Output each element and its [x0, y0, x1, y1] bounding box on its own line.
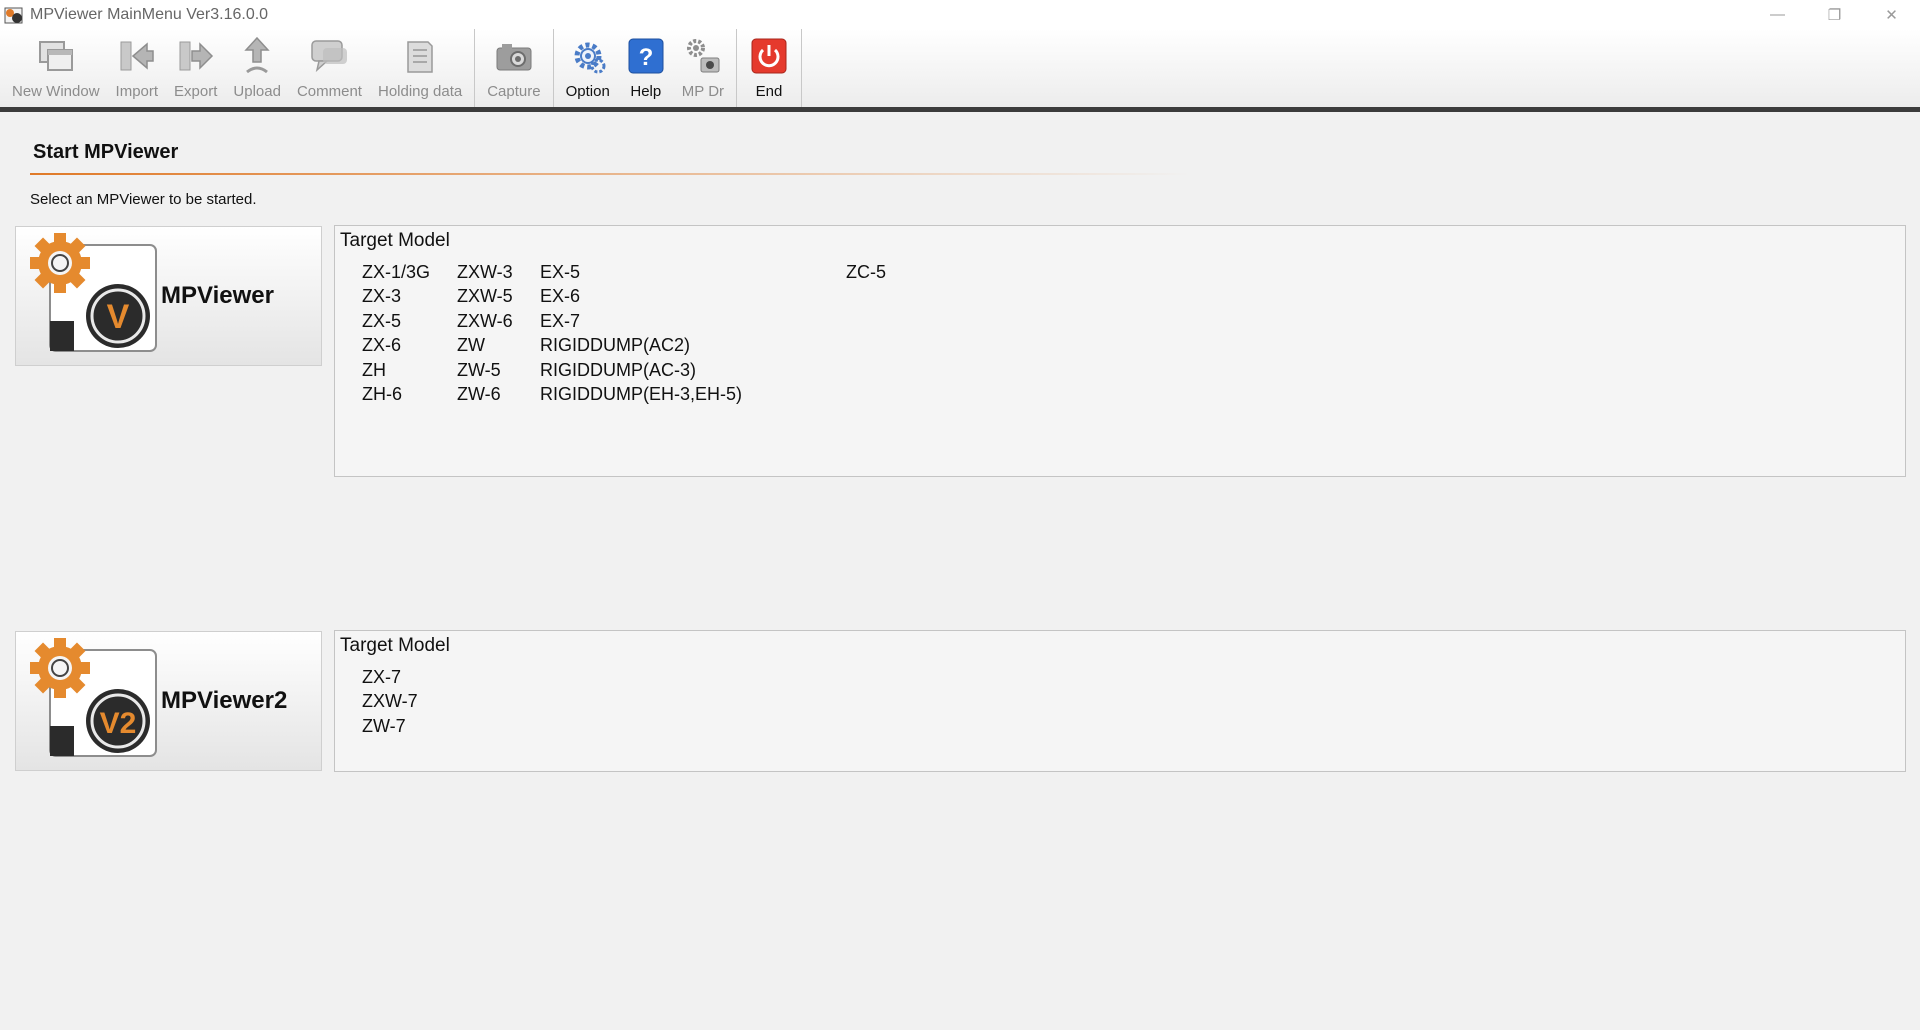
- holding-data-icon: [400, 35, 440, 77]
- model-item: ZX-6: [362, 335, 402, 356]
- model-item: ZXW-5: [457, 286, 513, 307]
- mpviewer-target-model-panel: Target Model ZX-1/3G ZX-3 ZX-5 ZX-6 ZH ZH-6 ZX…: [334, 225, 1906, 477]
- camera-icon: [494, 35, 534, 77]
- capture-label: Capture: [487, 83, 541, 100]
- model-item: ZW-5: [457, 359, 501, 380]
- model-item: ZXW-7: [362, 691, 418, 712]
- import-button[interactable]: Import: [108, 29, 167, 107]
- model-column: ZC-5: [846, 260, 886, 284]
- upload-icon: [237, 35, 277, 77]
- import-label: Import: [115, 83, 159, 100]
- mpviewer-badge: V: [107, 298, 130, 336]
- model-item: ZW-6: [457, 383, 501, 404]
- mp-dr-button[interactable]: MP Dr: [674, 29, 732, 107]
- toolbar-group: New Window Import Export Upload Comment Holdi…: [0, 29, 476, 107]
- mp-dr-icon: [683, 35, 723, 77]
- target-model-title: Target Model: [340, 635, 450, 656]
- option-gear-icon: [568, 35, 608, 77]
- power-icon: [749, 35, 789, 77]
- toolbar: New Window Import Export Upload Comment Holdi…: [0, 29, 1920, 112]
- target-model-title: Target Model: [340, 230, 450, 251]
- model-item: ZH-6: [362, 383, 402, 404]
- minimize-button[interactable]: —: [1749, 0, 1806, 29]
- new-window-button[interactable]: New Window: [4, 29, 108, 107]
- toolbar-group: Capture: [475, 29, 554, 107]
- mpviewer-label: MPViewer: [161, 282, 274, 309]
- window-title: MPViewer MainMenu Ver3.16.0.0: [30, 5, 269, 23]
- mpviewer2-label: MPViewer2: [161, 687, 288, 714]
- model-column: ZX-1/3G ZX-3 ZX-5 ZX-6 ZH ZH-6: [362, 260, 430, 406]
- help-icon: ?: [626, 35, 666, 77]
- end-label: End: [755, 83, 783, 100]
- mpviewer2-badge: V2: [100, 707, 137, 740]
- app-icon: [4, 5, 24, 25]
- capture-button[interactable]: Capture: [479, 29, 548, 107]
- title-bar: MPViewer MainMenu Ver3.16.0.0 — ❐ ✕: [0, 0, 1920, 29]
- instruction-text: Select an MPViewer to be started.: [30, 191, 257, 208]
- model-item: ZH: [362, 359, 386, 380]
- model-column: ZXW-3 ZXW-5 ZXW-6 ZW ZW-5 ZW-6: [457, 260, 513, 406]
- help-label: Help: [630, 83, 662, 100]
- export-icon: [176, 35, 216, 77]
- model-item: ZXW-3: [457, 262, 513, 282]
- export-button[interactable]: Export: [166, 29, 225, 107]
- mp-dr-label: MP Dr: [681, 83, 725, 100]
- new-window-label: New Window: [12, 83, 100, 100]
- page-title: Start MPViewer: [33, 141, 179, 163]
- model-item: ZX-7: [362, 667, 402, 687]
- close-button[interactable]: ✕: [1863, 0, 1920, 29]
- heading-divider: [30, 173, 1190, 175]
- mpviewer2-launch-button[interactable]: V2 MPViewer2: [15, 631, 322, 771]
- model-item: EX-6: [540, 286, 581, 307]
- toolbar-group: Option? Help MP Dr: [554, 29, 738, 107]
- model-item: RIGIDDUMP(AC-3): [540, 359, 696, 380]
- comment-button[interactable]: Comment: [289, 29, 370, 107]
- upload-button[interactable]: Upload: [225, 29, 289, 107]
- holding-data-button[interactable]: Holding data: [370, 29, 470, 107]
- upload-label: Upload: [233, 83, 281, 100]
- model-item: EX-7: [540, 310, 581, 331]
- model-column: EX-5 EX-6 EX-7 RIGIDDUMP(AC2) RIGIDDUMP(AC-3…: [540, 260, 742, 406]
- mpviewer2-app-icon: V2: [30, 636, 165, 766]
- model-item: ZXW-6: [457, 310, 513, 331]
- model-item: ZC-5: [846, 262, 886, 282]
- restore-button[interactable]: ❐: [1806, 0, 1863, 29]
- mpviewer-launch-button[interactable]: V MPViewer: [15, 226, 322, 366]
- model-item: RIGIDDUMP(EH-3,EH-5): [540, 383, 743, 404]
- model-item: ZW: [457, 335, 485, 356]
- model-item: EX-5: [540, 262, 581, 282]
- model-item: ZW-7: [362, 715, 406, 736]
- model-column: ZX-7 ZXW-7 ZW-7: [362, 665, 418, 738]
- toolbar-group: End: [737, 29, 803, 107]
- option-label: Option: [565, 83, 610, 100]
- import-icon: [117, 35, 157, 77]
- help-button[interactable]: ? Help: [618, 29, 674, 107]
- model-item: ZX-3: [362, 286, 402, 307]
- model-item: ZX-1/3G: [362, 262, 431, 282]
- mpviewer-app-icon: V: [30, 231, 165, 361]
- mpviewer2-target-model-panel: Target Model ZX-7 ZXW-7 ZW-7: [334, 630, 1906, 772]
- model-item: ZX-5: [362, 310, 402, 331]
- svg-text:?: ?: [638, 44, 653, 71]
- option-button[interactable]: Option: [558, 29, 618, 107]
- comment-label: Comment: [296, 83, 362, 100]
- new-window-icon: [36, 35, 76, 77]
- export-label: Export: [174, 83, 218, 100]
- model-item: RIGIDDUMP(AC2): [540, 335, 691, 356]
- end-button[interactable]: End: [741, 29, 797, 107]
- holding-data-label: Holding data: [377, 83, 463, 100]
- comment-icon: [309, 35, 349, 77]
